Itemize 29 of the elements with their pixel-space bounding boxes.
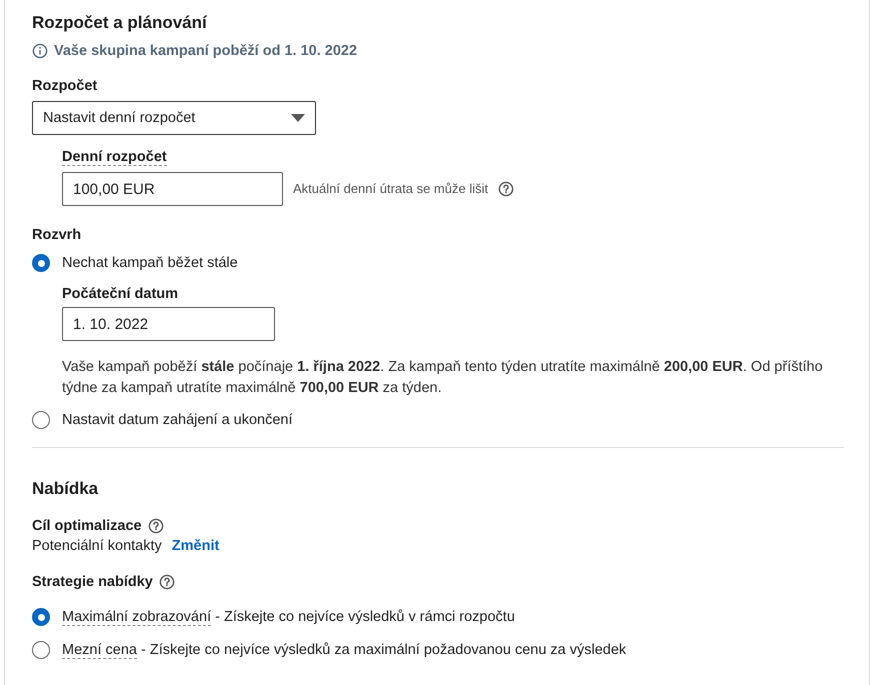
field-label: Denní rozpočet (62, 149, 167, 166)
section-title: Rozpočet a plánování (32, 12, 208, 34)
section-title: Nabídka (32, 478, 100, 500)
input-field[interactable]: 100,00 EUR (62, 172, 283, 206)
help-icon[interactable] (148, 518, 164, 534)
help-icon[interactable] (158, 574, 175, 590)
info-text: Vaše skupina kampaní poběží od 1. 10. 2022 (54, 42, 358, 60)
field-label: Rozpočet (32, 77, 98, 95)
schedule-note: Vaše kampaň poběží stále počínaje 1. října 2022. Za kampaň tento týden utratíte maximálně 200,00 EUR. Od příštího týdne za kampaň utratíte maximálně 700,00 EUR za týden. (62, 358, 824, 398)
field-label: Rozvrh (32, 226, 82, 244)
budget-select[interactable]: Nastavit denní rozpočet (32, 101, 316, 135)
field-label: Strategie nabídky (32, 573, 153, 591)
hint-text: Aktuální denní útrata se může lišit (293, 180, 488, 198)
radio-button[interactable] (32, 641, 50, 659)
goal-value: Potenciální kontakty (32, 537, 162, 555)
date-field[interactable]: 1. 10. 2022 (62, 307, 275, 341)
radio-button[interactable] (32, 411, 50, 429)
info-icon (32, 43, 48, 59)
radio-label[interactable]: Mezní cena - Získejte co nejvíce výsledků za maximální požadovanou cenu za výsledek (62, 641, 626, 659)
radio-button[interactable] (32, 254, 50, 272)
caret-icon (291, 114, 305, 122)
help-icon[interactable] (498, 181, 514, 197)
change-link[interactable]: Změnit (172, 537, 220, 555)
radio-label[interactable]: Maximální zobrazování - Získejte co nejvíce výsledků v rámci rozpočtu (62, 608, 515, 626)
field-label: Cíl optimalizace (32, 517, 142, 535)
radio-label[interactable]: Nechat kampaň běžet stále (62, 254, 238, 272)
field-label: Počáteční datum (62, 285, 180, 303)
radio-label[interactable]: Nastavit datum zahájení a ukončení (62, 411, 293, 429)
radio-button[interactable] (32, 608, 50, 626)
